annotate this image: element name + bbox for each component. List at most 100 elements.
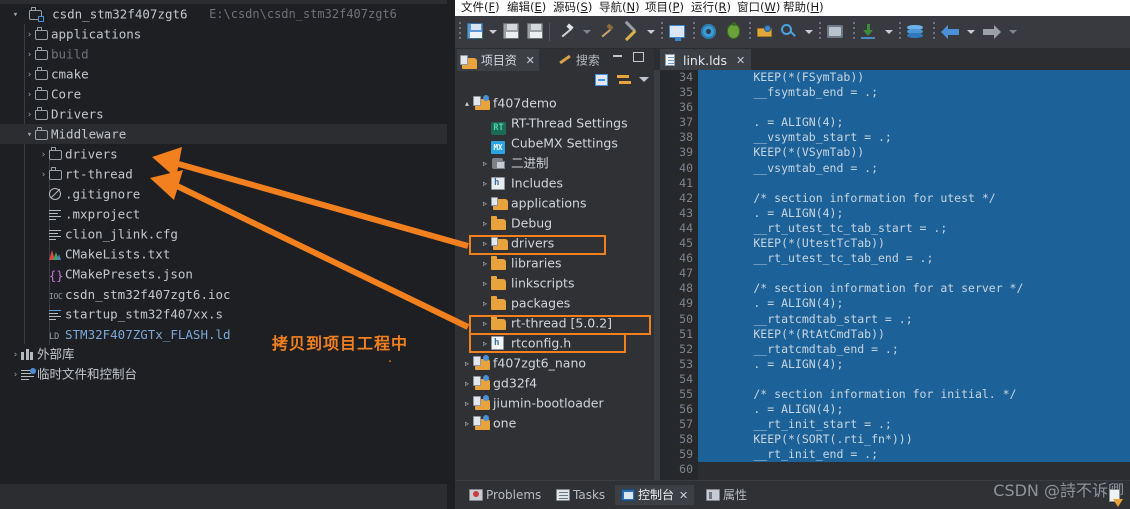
eclipse-tree-row-rtthreadsettings[interactable]: RT RT-Thread Settings xyxy=(455,113,654,135)
save-all-icon[interactable] xyxy=(503,23,521,41)
chevron-down-icon[interactable]: ▾ xyxy=(10,5,21,25)
forward-icon[interactable] xyxy=(983,25,1003,43)
code-line[interactable]: KEEP(*(RtAtCmdTab)) xyxy=(698,326,1130,342)
code-line[interactable]: __vsymtab_start = .; xyxy=(698,130,1130,146)
code-line[interactable]: __rtatcmdtab_end = .; xyxy=(698,341,1130,357)
search-icon[interactable] xyxy=(781,24,799,42)
menu-item-1[interactable]: 编辑(E) xyxy=(507,0,546,16)
menu-bar[interactable]: 文件(F) 编辑(E) 源码(S) 导航(N) 项目(P) 运行(R) 窗口(W) 帮助(H) xyxy=(455,0,1130,16)
search-dropdown-caret-icon[interactable] xyxy=(805,30,813,34)
code-line[interactable]: __rt_utest_tc_tab_end = .; xyxy=(698,251,1130,267)
toolbar[interactable] xyxy=(455,16,1130,49)
tree-row-clion_jlinkcfg[interactable]: clion_jlink.cfg xyxy=(0,224,447,244)
expand-arrow-icon[interactable]: ▹ xyxy=(479,314,491,334)
expand-arrow-icon[interactable]: ▹ xyxy=(479,194,491,214)
eclipse-tree-row-libraries[interactable]: ▹ libraries xyxy=(455,253,654,273)
tree-row-drivers[interactable]: › Drivers xyxy=(0,104,447,124)
code-line[interactable]: /* section information for at server */ xyxy=(698,281,1130,297)
eclipse-tree-row-jiuminbootloader[interactable]: ▹ jiumin-bootloader xyxy=(455,393,654,413)
code-line[interactable]: /* section information for utest */ xyxy=(698,190,1130,206)
menu-item-6[interactable]: 窗口(W) xyxy=(737,0,780,16)
chevron-right-icon[interactable]: › xyxy=(24,45,35,65)
eclipse-tree-row-packages[interactable]: ▹ packages xyxy=(455,293,654,313)
code-line[interactable]: KEEP(*(SORT(.rti_fn*))) xyxy=(698,432,1130,448)
menu-item-3[interactable]: 导航(N) xyxy=(599,0,640,16)
tree-row-core[interactable]: › Core xyxy=(0,84,447,104)
expand-arrow-icon[interactable]: ▹ xyxy=(479,234,491,254)
code-line[interactable]: __fsymtab_end = .; xyxy=(698,85,1130,101)
tab-properties[interactable]: 属性 xyxy=(700,485,753,505)
code-line[interactable] xyxy=(698,100,1130,116)
code-line[interactable]: . = ALIGN(4); xyxy=(698,205,1130,221)
menu-item-7[interactable]: 帮助(H) xyxy=(783,0,824,16)
external-tools-icon[interactable] xyxy=(623,20,641,41)
debug-icon[interactable] xyxy=(727,22,745,42)
chevron-right-icon[interactable]: › xyxy=(38,165,49,185)
eclipse-tree-row-linkscripts[interactable]: ▹ linkscripts xyxy=(455,273,654,293)
clion-project-tree[interactable]: ▾ csdn_stm32f407zgt6 E:\csdn\csdn_stm32f… xyxy=(0,4,447,484)
close-icon[interactable]: ✕ xyxy=(526,54,535,67)
tab-search[interactable]: 搜索 xyxy=(555,49,604,71)
tree-row-mxproject[interactable]: .mxproject xyxy=(0,204,447,224)
code-editor[interactable]: link.lds ✕ 34 35 36 37 38 39 40 41 42 43 44 45 46 47 4… xyxy=(654,49,1130,481)
tree-row-middleware[interactable]: ▾ Middleware xyxy=(0,124,447,144)
tree-row-applications[interactable]: › applications xyxy=(0,24,447,44)
minimize-view-icon[interactable] xyxy=(613,53,622,57)
eclipse-tree-row-gd32f4[interactable]: ▹ gd32f4 xyxy=(455,373,654,393)
tab-console[interactable]: 控制台 ✕ xyxy=(615,485,695,505)
code-line[interactable]: __rt_init_end = .; xyxy=(698,447,1130,463)
eclipse-tree-row-[interactable]: ▹ 二进制 xyxy=(455,153,654,173)
eclipse-tree-row-one[interactable]: ▹ one xyxy=(455,413,654,433)
code-line[interactable]: . = ALIGN(4); xyxy=(698,402,1130,418)
tab-project-explorer[interactable]: 项目资 ✕ xyxy=(457,49,539,71)
code-line[interactable]: __rt_utest_tc_tab_start = .; xyxy=(698,220,1130,237)
menu-item-4[interactable]: 项目(P) xyxy=(645,0,684,16)
tree-row-cmake[interactable]: › cmake xyxy=(0,64,447,84)
maximize-view-icon[interactable] xyxy=(633,52,644,62)
download-icon[interactable] xyxy=(861,24,879,42)
eclipse-tree-row-applications[interactable]: ▹ applications xyxy=(455,193,654,213)
chevron-right-icon[interactable]: › xyxy=(24,65,35,85)
external-tools-caret-icon[interactable] xyxy=(647,30,655,34)
eclipse-tree-row-includes[interactable]: ▹ Includes xyxy=(455,173,654,193)
code-line[interactable]: __vsymtab_end = .; xyxy=(698,160,1130,176)
tree-row-build[interactable]: › build xyxy=(0,44,447,64)
expand-arrow-icon[interactable]: ▹ xyxy=(461,394,473,414)
code-line[interactable] xyxy=(698,175,1130,191)
editor-body[interactable]: 34 35 36 37 38 39 40 41 42 43 44 45 46 47 48 49 50 51 52 53… xyxy=(654,70,1130,481)
close-icon[interactable]: ✕ xyxy=(679,489,688,502)
chevron-down-icon[interactable]: ▾ xyxy=(24,125,35,145)
tab-problems[interactable]: Problems xyxy=(463,485,547,505)
back-dropdown-caret-icon[interactable] xyxy=(967,30,975,34)
eclipse-tree-row-drivers[interactable]: ▹ drivers xyxy=(455,233,654,253)
chevron-right-icon[interactable]: › xyxy=(24,25,35,45)
chevron-right-icon[interactable]: › xyxy=(10,345,21,365)
code-line[interactable]: KEEP(*(VSymTab)) xyxy=(698,145,1130,161)
code-line[interactable]: KEEP(*(UtestTcTab)) xyxy=(698,236,1130,252)
build-icon[interactable] xyxy=(559,23,577,41)
open-resource-icon[interactable] xyxy=(757,25,775,44)
eclipse-tree-row-rtthread502[interactable]: ▹ rt-thread [5.0.2] xyxy=(455,313,654,333)
code-line[interactable] xyxy=(698,266,1130,282)
expand-arrow-icon[interactable]: ▹ xyxy=(479,334,491,354)
editor-text-area[interactable]: KEEP(*(FSymTab)) __fsymtab_end = .; . = … xyxy=(698,70,1130,481)
eclipse-tree-row-rtconfigh[interactable]: ▹ rtconfig.h xyxy=(455,333,654,353)
collapse-all-icon[interactable] xyxy=(595,74,608,86)
expand-arrow-icon[interactable]: ▹ xyxy=(479,214,491,234)
code-line[interactable]: __rt_init_start = .; xyxy=(698,417,1130,433)
tree-row-cmakepresetsjson[interactable]: {} CMakePresets.json xyxy=(0,264,447,284)
open-perspective-icon[interactable] xyxy=(669,25,687,43)
close-icon[interactable]: ✕ xyxy=(736,54,745,67)
expand-arrow-icon[interactable]: ▹ xyxy=(461,374,473,394)
tree-row-[interactable]: › 临时文件和控制台 xyxy=(0,364,447,384)
menu-item-2[interactable]: 源码(S) xyxy=(553,0,592,16)
code-line[interactable]: KEEP(*(FSymTab)) xyxy=(698,70,1130,86)
chevron-right-icon[interactable]: › xyxy=(24,85,35,105)
view-tab-bar[interactable]: 项目资 ✕ 搜索 xyxy=(455,49,660,71)
code-line[interactable]: __rtatcmdtab_start = .; xyxy=(698,311,1130,327)
expand-arrow-icon[interactable]: ▹ xyxy=(479,274,491,294)
tree-row-rt-thread[interactable]: › rt-thread xyxy=(0,164,447,184)
settings-icon[interactable] xyxy=(701,24,719,42)
eclipse-project-tree[interactable]: ▴ f407demo RT RT-Thread Settings MX CubeMX … xyxy=(455,93,654,481)
save-dropdown-caret-icon[interactable] xyxy=(489,30,497,34)
